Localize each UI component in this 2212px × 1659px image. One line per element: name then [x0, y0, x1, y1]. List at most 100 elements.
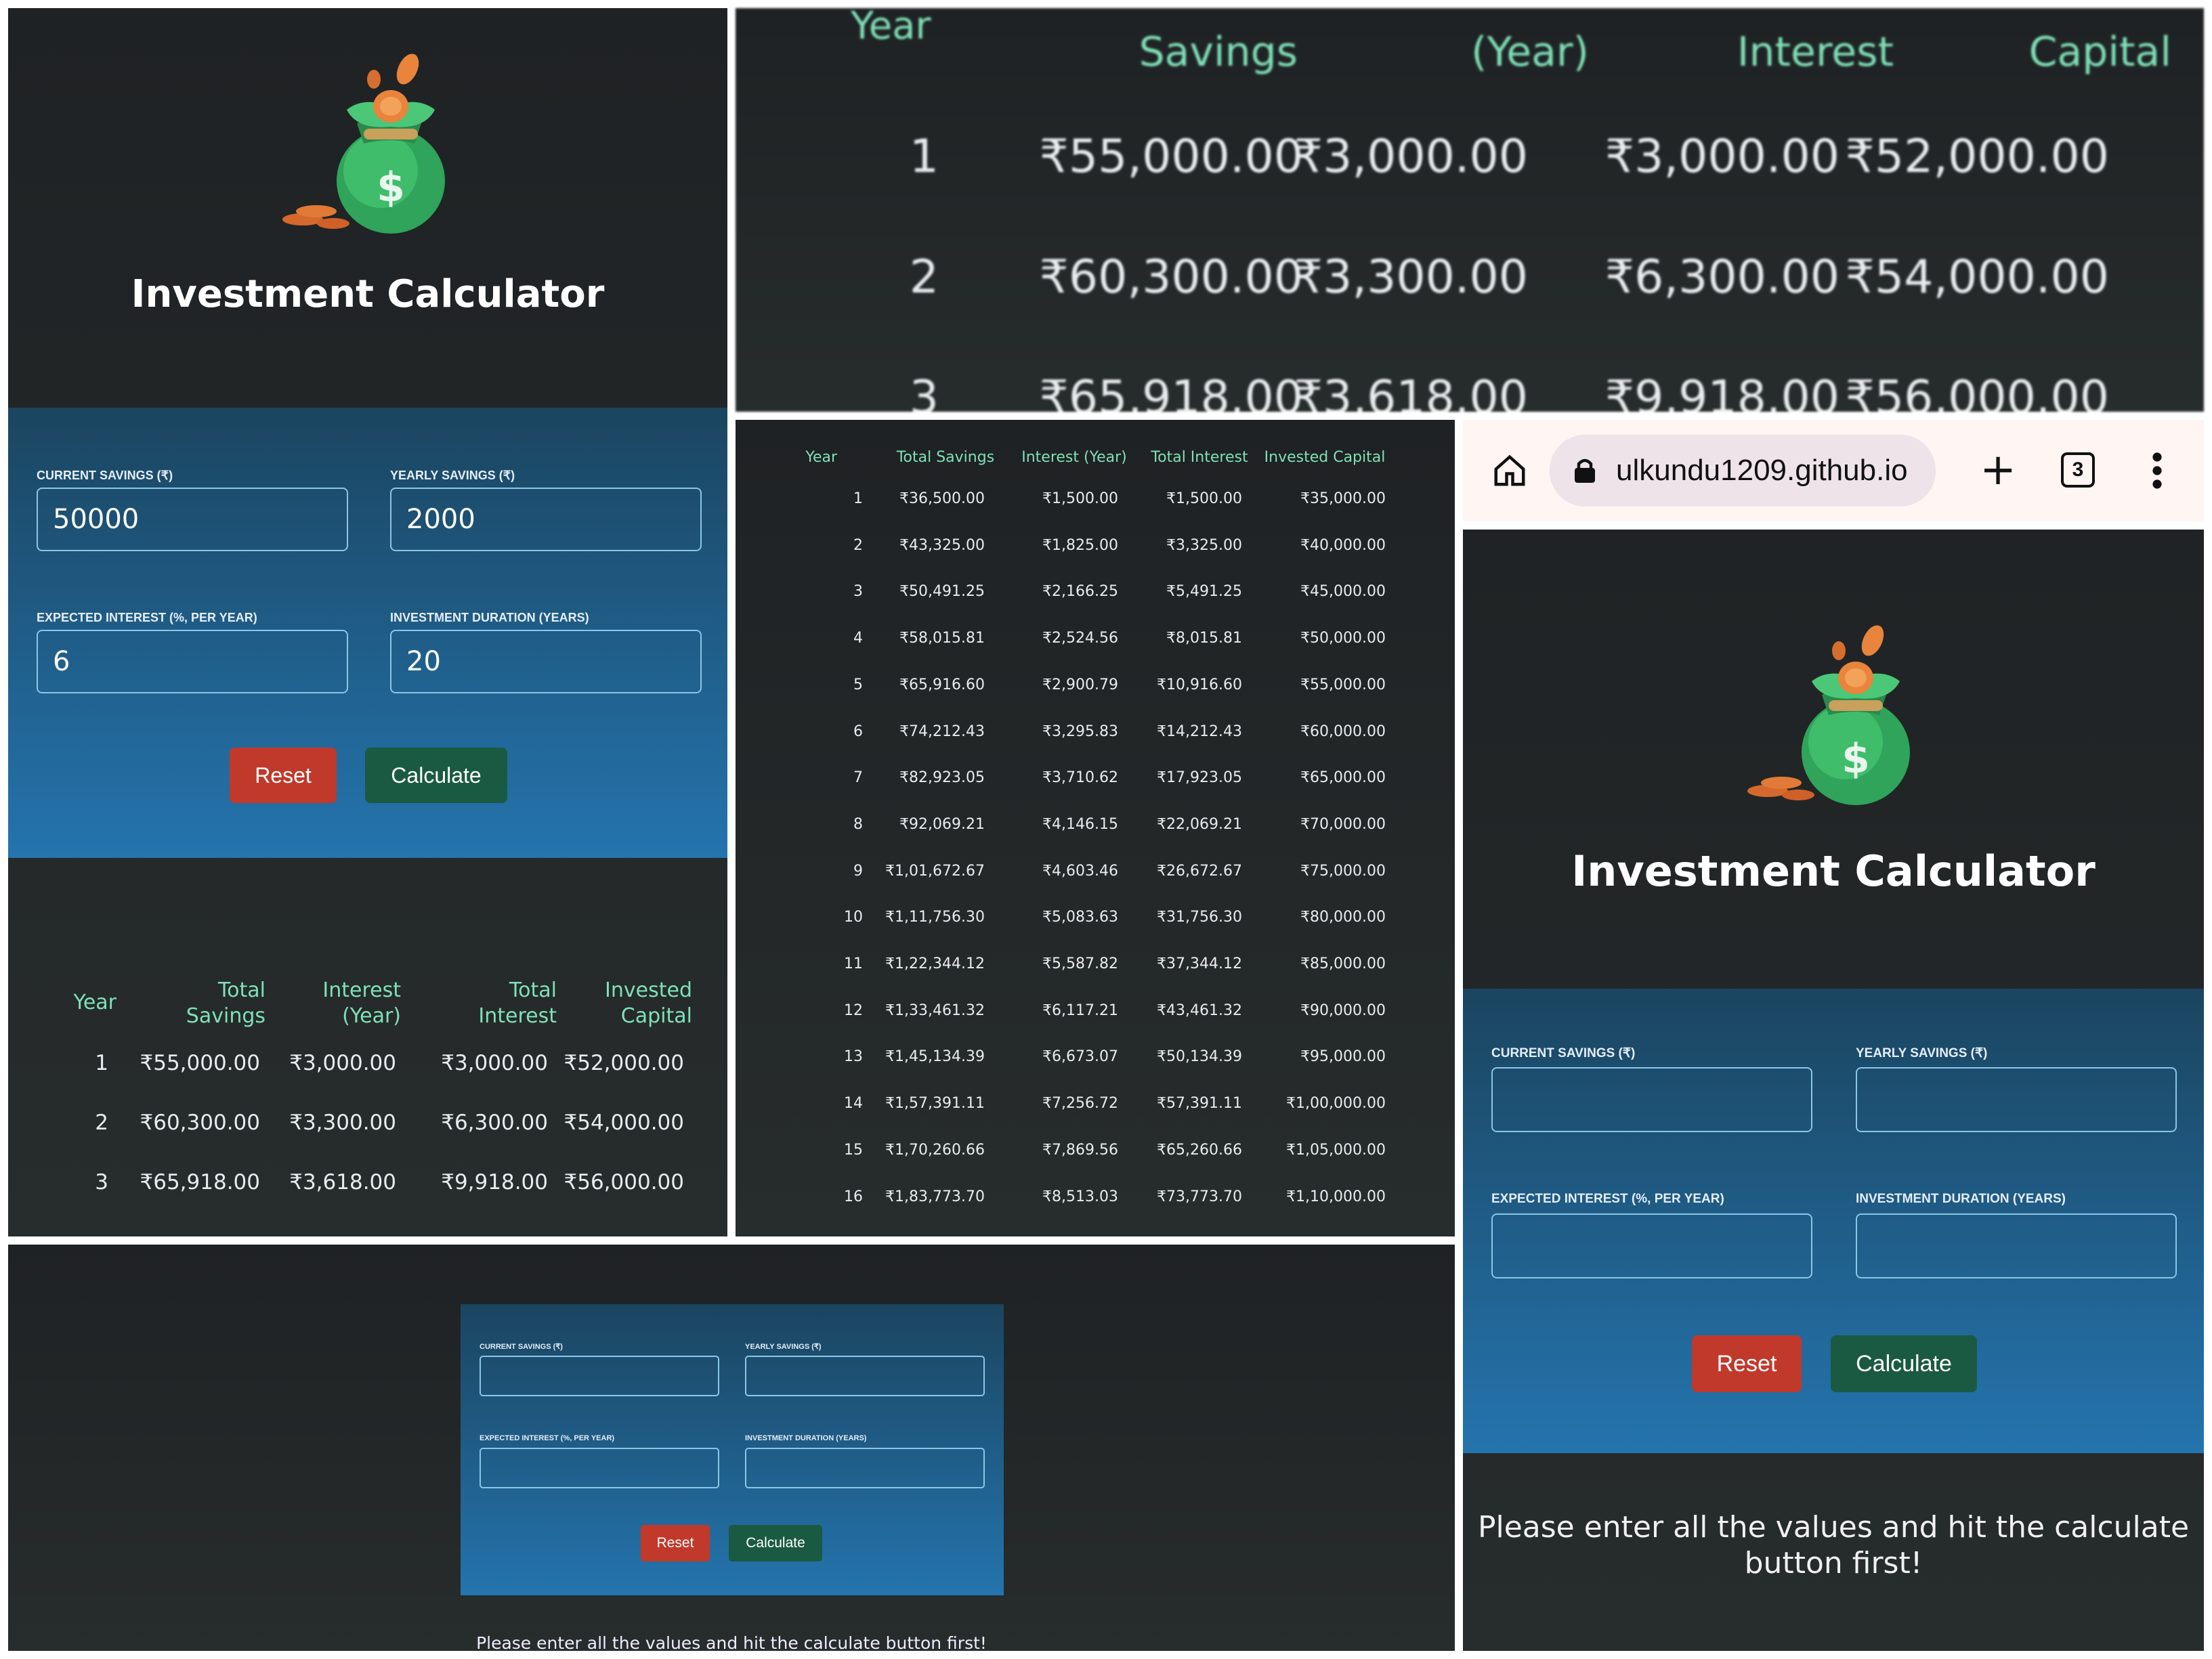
cell-invested-capital: ₹55,000.00 — [1300, 676, 1386, 693]
url-text: ulkundu1209.github.io — [1616, 454, 1908, 487]
cell-total-savings: ₹36,500.00 — [899, 490, 985, 507]
yearly-savings-label: YEARLY SAVINGS (₹) — [1856, 1046, 1988, 1060]
cell-total-savings: ₹1,33,461.32 — [885, 1001, 985, 1019]
cell-total-interest: ₹57,391.11 — [1157, 1095, 1242, 1113]
expected-interest-label: EXPECTED INTEREST (%, PER YEAR) — [480, 1434, 615, 1442]
toolbar-divider — [1463, 521, 2204, 530]
yearly-savings-input[interactable]: 2000 — [390, 488, 702, 551]
expected-interest-label: EXPECTED INTEREST (%, PER YEAR) — [37, 611, 257, 624]
cell-total-savings: ₹74,212.43 — [899, 723, 985, 740]
cell-total-savings: ₹58,015.81 — [899, 630, 985, 647]
panel-desktop-empty: CURRENT SAVINGS (₹) YEARLY SAVINGS (₹) E… — [8, 1245, 1455, 1651]
cell-invested-capital: ₹65,000.00 — [1300, 769, 1386, 787]
current-savings-label: CURRENT SAVINGS (₹) — [1491, 1046, 1636, 1060]
cell-total-interest: ₹3,000.00 — [1604, 130, 1839, 184]
cell-invested-capital: ₹1,05,000.00 — [1286, 1141, 1386, 1159]
cell-total-interest: ₹50,134.39 — [1157, 1048, 1242, 1066]
cell-interest-year: ₹1,500.00 — [1042, 490, 1118, 507]
cell-total-interest: ₹6,300.00 — [441, 1111, 548, 1135]
cell-interest-year: ₹5,587.82 — [1042, 955, 1118, 972]
cell-total-savings: ₹92,069.21 — [899, 815, 985, 833]
col-header-total-interest: Interest — [1737, 28, 1894, 76]
cell-interest-year: ₹7,869.56 — [1042, 1141, 1118, 1159]
current-savings-input[interactable] — [480, 1356, 719, 1396]
col-header-total-savings: Savings — [1139, 28, 1298, 76]
cell-interest-year: ₹4,603.46 — [1042, 862, 1118, 880]
yearly-savings-input[interactable] — [745, 1356, 985, 1396]
input-form: CURRENT SAVINGS (₹) YEARLY SAVINGS (₹) E… — [1463, 989, 2204, 1453]
cell-total-savings: ₹65,918.00 — [140, 1170, 261, 1194]
panel-zoomed-results: Year Savings (Year) Interest Capital 1 ₹5… — [736, 8, 2204, 412]
col-header-interest-year: (Year) — [1471, 28, 1589, 76]
cell-total-interest: ₹73,773.70 — [1157, 1188, 1242, 1205]
cell-total-interest: ₹43,461.32 — [1157, 1001, 1242, 1019]
page-title: Investment Calculator — [131, 272, 605, 316]
col-header-interest-year: Interest (Year) — [322, 978, 401, 1028]
cell-total-savings: ₹1,45,134.39 — [885, 1048, 985, 1066]
more-menu-icon[interactable] — [2147, 447, 2167, 494]
cell-total-savings: ₹1,11,756.30 — [885, 909, 985, 926]
yearly-savings-label: YEARLY SAVINGS (₹) — [390, 469, 515, 482]
lock-icon — [1571, 455, 1598, 486]
investment-duration-input[interactable]: 20 — [390, 630, 702, 693]
reset-button[interactable]: Reset — [641, 1525, 710, 1561]
cell-interest-year: ₹6,673.07 — [1042, 1048, 1118, 1066]
cell-total-savings: ₹55,000.00 — [140, 1051, 261, 1075]
cell-total-interest: ₹31,756.30 — [1157, 909, 1242, 926]
cell-total-savings: ₹1,70,260.66 — [885, 1141, 985, 1159]
current-savings-input[interactable]: 50000 — [37, 488, 348, 551]
cell-total-savings: ₹1,83,773.70 — [885, 1188, 985, 1205]
reset-button[interactable]: Reset — [1692, 1335, 1802, 1392]
empty-state-message: Please enter all the values and hit the … — [476, 1633, 987, 1651]
tab-switcher-icon[interactable]: 3 — [2061, 452, 2095, 488]
cell-total-interest: ₹22,069.21 — [1157, 815, 1242, 833]
new-tab-icon[interactable]: + — [1976, 445, 2020, 495]
calculate-button[interactable]: Calculate — [1831, 1335, 1977, 1392]
cell-invested-capital: ₹60,000.00 — [1300, 723, 1386, 740]
cell-invested-capital: ₹90,000.00 — [1300, 1001, 1386, 1019]
expected-interest-input[interactable] — [480, 1448, 719, 1488]
col-header-invested-capital: Invested Capital — [605, 978, 692, 1028]
expected-interest-input[interactable] — [1491, 1213, 1812, 1278]
panel-mobile-empty: ulkundu1209.github.io + 3 $ Investment C… — [1463, 420, 2204, 1651]
cell-invested-capital: ₹35,000.00 — [1300, 490, 1386, 507]
cell-total-savings: ₹1,01,672.67 — [885, 862, 985, 880]
cell-invested-capital: ₹54,000.00 — [1845, 251, 2109, 304]
cell-invested-capital: ₹1,10,000.00 — [1286, 1188, 1386, 1205]
cell-invested-capital: ₹75,000.00 — [1300, 862, 1386, 880]
cell-total-savings: ₹43,325.00 — [899, 536, 985, 554]
address-bar[interactable]: ulkundu1209.github.io — [1550, 435, 1936, 507]
cell-total-interest: ₹9,918.00 — [1604, 371, 1839, 412]
reset-button[interactable]: Reset — [230, 748, 337, 803]
cell-total-interest: ₹9,918.00 — [441, 1170, 548, 1194]
cell-total-interest: ₹3,000.00 — [441, 1051, 548, 1075]
home-icon[interactable] — [1489, 450, 1531, 491]
cell-invested-capital: ₹85,000.00 — [1300, 955, 1386, 972]
cell-total-interest: ₹5,491.25 — [1166, 583, 1242, 601]
calculate-button[interactable]: Calculate — [729, 1525, 822, 1561]
col-header-year: Year — [805, 449, 837, 466]
yearly-savings-label: YEARLY SAVINGS (₹) — [745, 1343, 822, 1351]
cell-invested-capital: ₹52,000.00 — [563, 1051, 685, 1075]
cell-invested-capital: ₹50,000.00 — [1300, 630, 1386, 647]
cell-interest-year: ₹3,618.00 — [1293, 371, 1528, 412]
investment-duration-label: INVESTMENT DURATION (YEARS) — [745, 1434, 867, 1442]
current-savings-label: CURRENT SAVINGS (₹) — [480, 1343, 563, 1351]
col-header-invested-capital: Invested Capital — [1264, 449, 1386, 466]
cell-total-interest: ₹8,015.81 — [1166, 630, 1242, 647]
investment-duration-label: INVESTMENT DURATION (YEARS) — [1856, 1192, 2066, 1206]
calculate-button[interactable]: Calculate — [365, 748, 507, 803]
current-savings-input[interactable] — [1491, 1067, 1812, 1132]
cell-total-savings: ₹1,57,391.11 — [885, 1095, 985, 1113]
expected-interest-input[interactable]: 6 — [37, 630, 348, 693]
cell-interest-year: ₹4,146.15 — [1042, 815, 1118, 833]
cell-interest-year: ₹1,825.00 — [1042, 536, 1118, 554]
cell-interest-year: ₹3,000.00 — [1293, 130, 1528, 184]
cell-interest-year: ₹2,166.25 — [1042, 583, 1118, 601]
investment-duration-input[interactable] — [1856, 1213, 2177, 1278]
cell-total-savings: ₹50,491.25 — [899, 583, 985, 601]
yearly-savings-input[interactable] — [1856, 1067, 2177, 1132]
cell-year: 2 — [909, 251, 939, 304]
cell-total-interest: ₹17,923.05 — [1157, 769, 1242, 787]
investment-duration-input[interactable] — [745, 1448, 985, 1488]
